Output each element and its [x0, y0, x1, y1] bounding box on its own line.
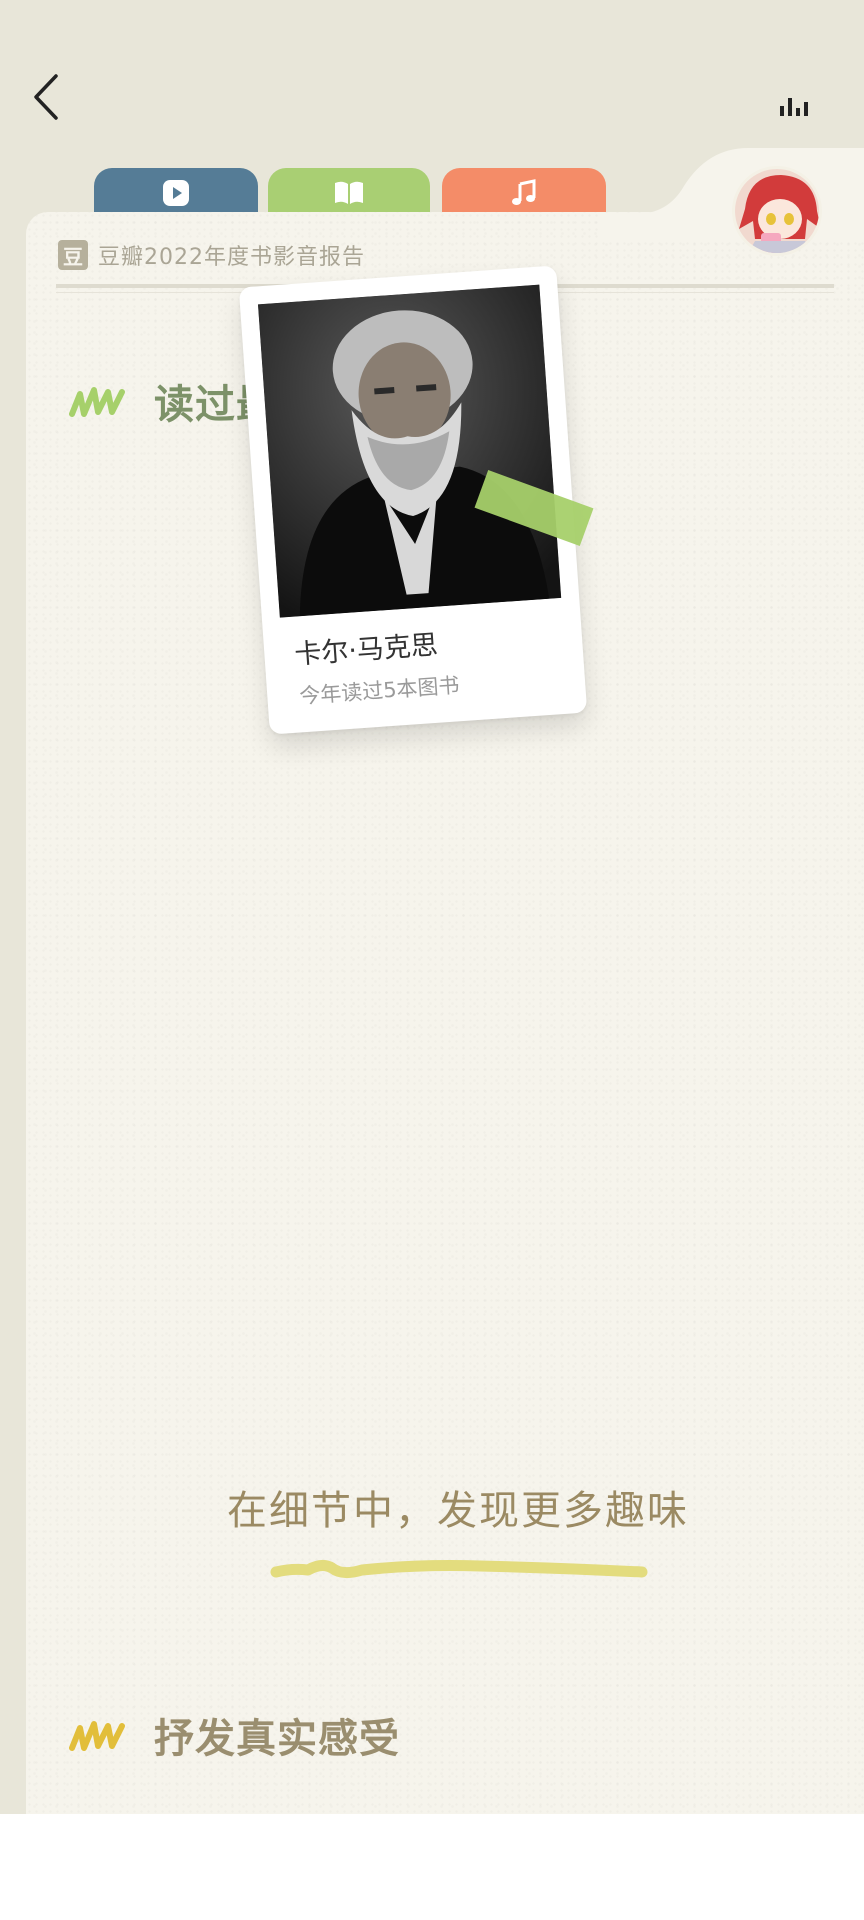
underline-squiggle — [270, 1559, 648, 1579]
portrait-image — [257, 284, 562, 618]
report-header: 豆 豆瓣2022年度书影音报告 — [58, 238, 365, 272]
user-avatar[interactable] — [732, 166, 822, 256]
tagline: 在细节中，发现更多趣味 — [227, 1488, 689, 1534]
author-portrait — [257, 284, 562, 618]
author-name: 卡尔·马克思 — [293, 629, 439, 671]
douban-logo: 豆 — [58, 240, 88, 270]
scribble-icon — [69, 387, 125, 417]
scribble-icon — [69, 1721, 125, 1751]
bottom-area — [0, 1814, 864, 1920]
section-heading-feelings: 抒发真实感受 — [68, 1706, 400, 1764]
report-title: 豆瓣2022年度书影音报告 — [98, 245, 365, 270]
section-title: 抒发真实感受 — [154, 1716, 400, 1762]
author-books-read: 今年读过5本图书 — [298, 673, 461, 709]
